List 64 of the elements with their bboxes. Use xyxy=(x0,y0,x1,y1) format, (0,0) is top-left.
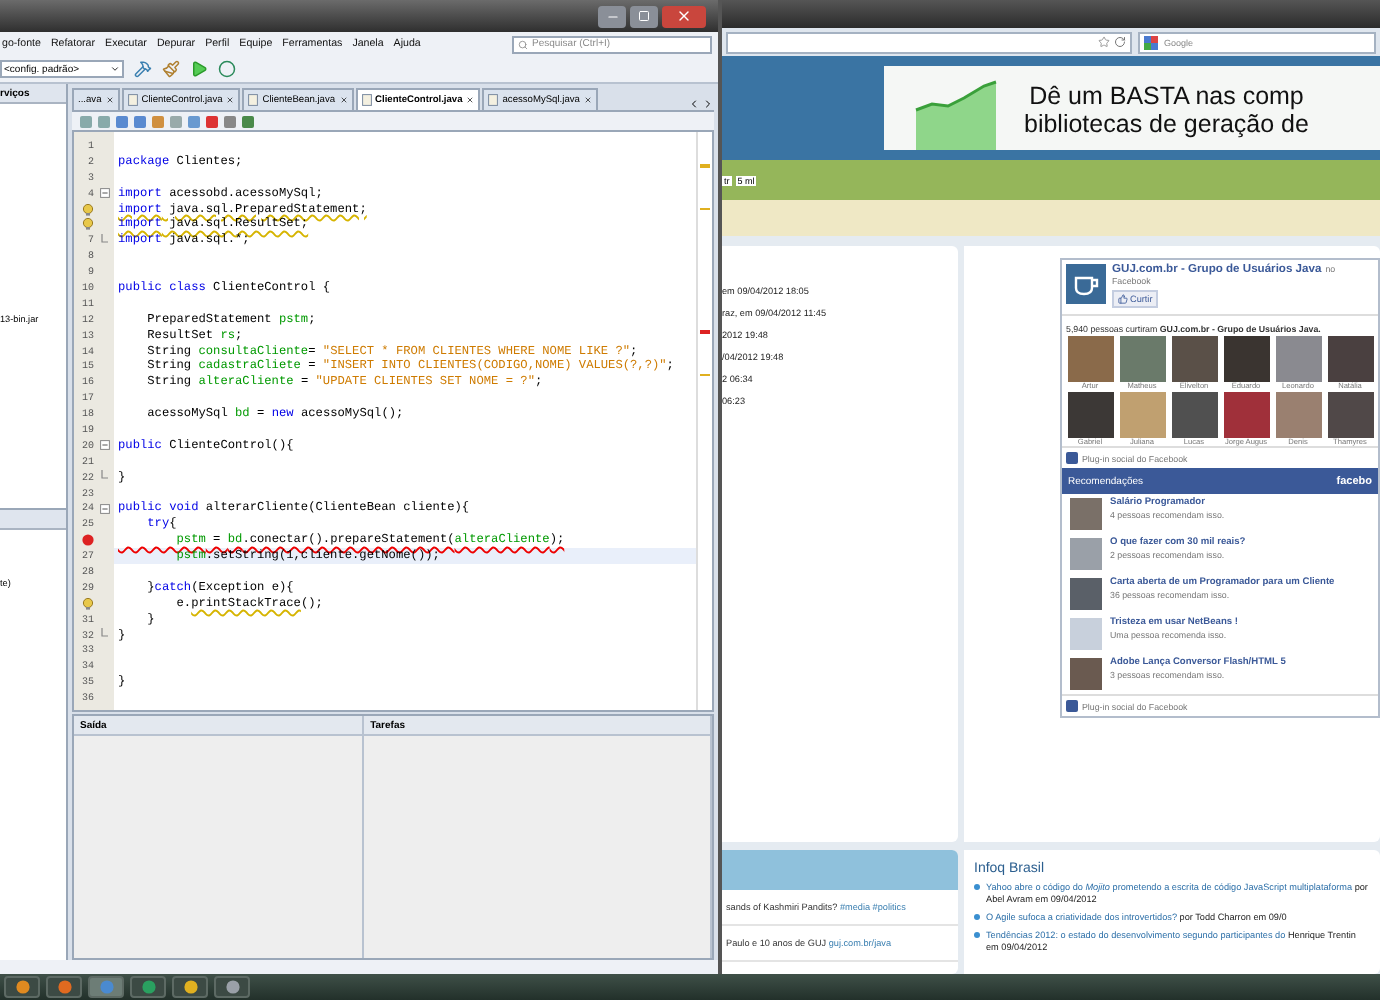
photo-placeholder[interactable] xyxy=(1327,336,1373,382)
close-icon xyxy=(676,8,692,24)
file-icon xyxy=(488,94,499,106)
taskbar-button[interactable] xyxy=(46,976,82,998)
maximize-button[interactable] xyxy=(630,5,658,27)
app-icon xyxy=(183,980,197,994)
caret-icon xyxy=(110,64,120,74)
ad-banner[interactable]: Dê um BASTA nas comp bibliotecas de geração de xyxy=(884,66,1380,150)
fold-end-mark xyxy=(100,233,108,248)
error-icon xyxy=(82,534,94,547)
hammer-icon[interactable] xyxy=(134,60,152,78)
photo-placeholder xyxy=(1070,618,1102,650)
fold-end-mark xyxy=(100,470,108,485)
bullet-icon xyxy=(974,884,980,890)
file-icon xyxy=(248,94,259,106)
photo-placeholder[interactable] xyxy=(1067,392,1113,438)
banner-text: Dê um BASTA nas comp xyxy=(1029,82,1304,110)
photo-placeholder xyxy=(1070,658,1102,690)
app-icon xyxy=(15,980,29,994)
cup-logo-icon xyxy=(1066,264,1106,304)
fold-end-mark xyxy=(100,628,108,643)
photo-placeholder xyxy=(1070,498,1102,530)
logo-icon xyxy=(1066,452,1078,464)
thumbs-up-icon xyxy=(1118,294,1128,304)
star-icon[interactable] xyxy=(1098,36,1110,48)
photo-placeholder[interactable] xyxy=(1171,392,1217,438)
taskbar-button[interactable] xyxy=(214,976,250,998)
circle-icon[interactable] xyxy=(218,60,236,78)
photo-placeholder xyxy=(1070,578,1102,610)
scroll-right-icon[interactable] xyxy=(702,98,714,110)
banner-text: bibliotecas de geração de xyxy=(1024,110,1309,138)
photo-placeholder[interactable] xyxy=(1223,336,1269,382)
app-icon xyxy=(57,980,71,994)
reload-icon[interactable] xyxy=(1114,36,1126,48)
brush-icon[interactable] xyxy=(162,60,180,78)
lightbulb-icon xyxy=(82,597,94,610)
taskbar-button[interactable] xyxy=(130,976,166,998)
minimize-button[interactable] xyxy=(598,5,626,27)
collapse-icon[interactable] xyxy=(99,503,109,514)
app-icon xyxy=(141,980,155,994)
search-engine-icon xyxy=(1144,35,1158,49)
maximize-icon xyxy=(638,10,650,22)
search-icon xyxy=(518,39,528,49)
taskbar-button[interactable] xyxy=(172,976,208,998)
collapse-icon[interactable] xyxy=(99,188,109,199)
address-field[interactable] xyxy=(726,31,1132,53)
photo-placeholder[interactable] xyxy=(1223,392,1269,438)
app-icon xyxy=(99,980,113,994)
lightbulb-icon xyxy=(82,218,94,231)
bullet-icon xyxy=(974,914,980,920)
taskbar-button[interactable] xyxy=(4,976,40,998)
scroll-left-icon[interactable] xyxy=(688,98,700,110)
close-button[interactable] xyxy=(662,5,706,27)
photo-placeholder[interactable] xyxy=(1171,336,1217,382)
logo-icon xyxy=(1066,700,1078,712)
photo-placeholder xyxy=(1070,538,1102,570)
app-icon xyxy=(225,980,239,994)
file-icon xyxy=(127,94,138,106)
photo-placeholder[interactable] xyxy=(1327,392,1373,438)
bullet-icon xyxy=(974,932,980,938)
file-icon xyxy=(361,94,372,106)
collapse-icon[interactable] xyxy=(99,440,109,451)
lightbulb-icon xyxy=(82,203,94,215)
run-icon[interactable] xyxy=(190,60,208,78)
